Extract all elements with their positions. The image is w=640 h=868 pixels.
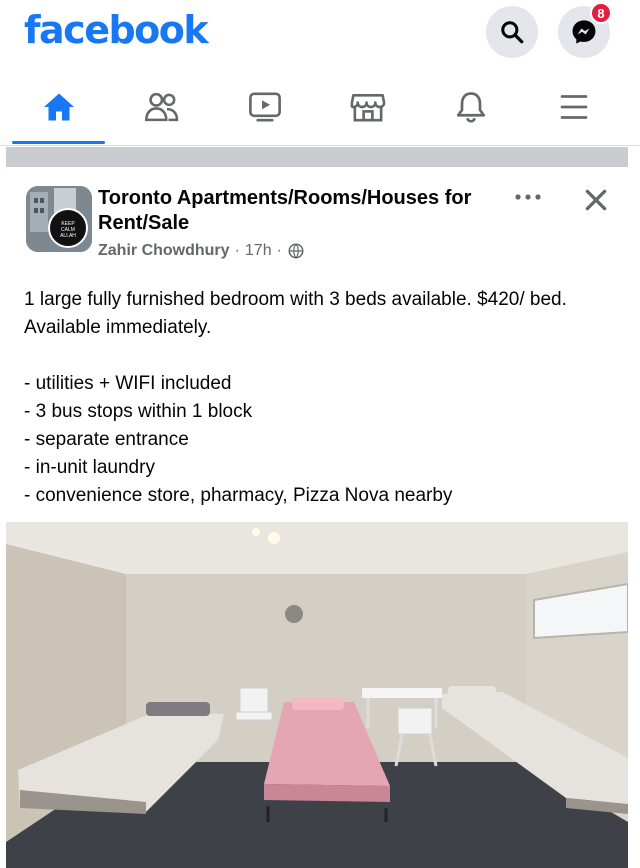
feed-post: KEEP CALM ALLAH Toronto Apartments/Rooms/H… (6, 170, 628, 868)
hide-post-button[interactable] (576, 180, 616, 220)
tab-home[interactable] (6, 70, 111, 144)
post-description: 1 large fully furnished bedroom with 3 b… (24, 289, 567, 338)
feed-divider (6, 147, 628, 167)
group-avatar[interactable]: KEEP CALM ALLAH (26, 186, 92, 252)
search-icon (501, 21, 524, 44)
post-photo[interactable] (6, 522, 628, 868)
search-button[interactable] (486, 6, 538, 58)
list-item: - in-unit laundry (24, 457, 155, 478)
notification-badge: 8 (590, 2, 612, 24)
messenger-button[interactable]: 8 (558, 2, 612, 58)
list-item: - separate entrance (24, 429, 189, 450)
notifications-icon (456, 92, 485, 123)
more-icon (515, 194, 541, 200)
bedroom-photo (6, 522, 628, 868)
tab-notifications[interactable] (418, 70, 523, 144)
list-item: - convenience store, pharmacy, Pizza Nov… (24, 485, 453, 506)
home-icon (43, 93, 74, 121)
marketplace-icon (349, 93, 385, 122)
tab-marketplace[interactable] (315, 70, 420, 144)
list-item: - 3 bus stops within 1 block (24, 401, 253, 422)
facebook-logo[interactable]: facebook (24, 8, 209, 52)
meta-separator: · (276, 242, 282, 259)
friends-icon (144, 92, 178, 122)
author-name[interactable]: Zahir Chowdhury (98, 242, 230, 260)
post-body: 1 large fully furnished bedroom with 3 b… (24, 286, 614, 510)
close-icon (585, 189, 607, 211)
tab-menu[interactable] (521, 70, 626, 144)
globe-icon (288, 243, 304, 259)
meta-separator: · (234, 242, 240, 259)
list-item: - utilities + WIFI included (24, 373, 232, 394)
group-name[interactable]: Toronto Apartments/Rooms/Houses for Rent… (98, 186, 498, 236)
messenger-icon (572, 20, 596, 44)
tab-watch[interactable] (212, 70, 317, 144)
post-time[interactable]: 17h (245, 242, 272, 260)
more-options-button[interactable] (506, 182, 550, 212)
post-meta: Zahir Chowdhury · 17h · (98, 242, 305, 260)
menu-icon (560, 95, 587, 119)
top-bar: facebook 8 (0, 0, 640, 70)
watch-icon (248, 92, 281, 122)
main-nav (0, 70, 640, 146)
tab-friends[interactable] (109, 70, 214, 144)
keep-calm-badge: KEEP CALM ALLAH (48, 208, 88, 248)
